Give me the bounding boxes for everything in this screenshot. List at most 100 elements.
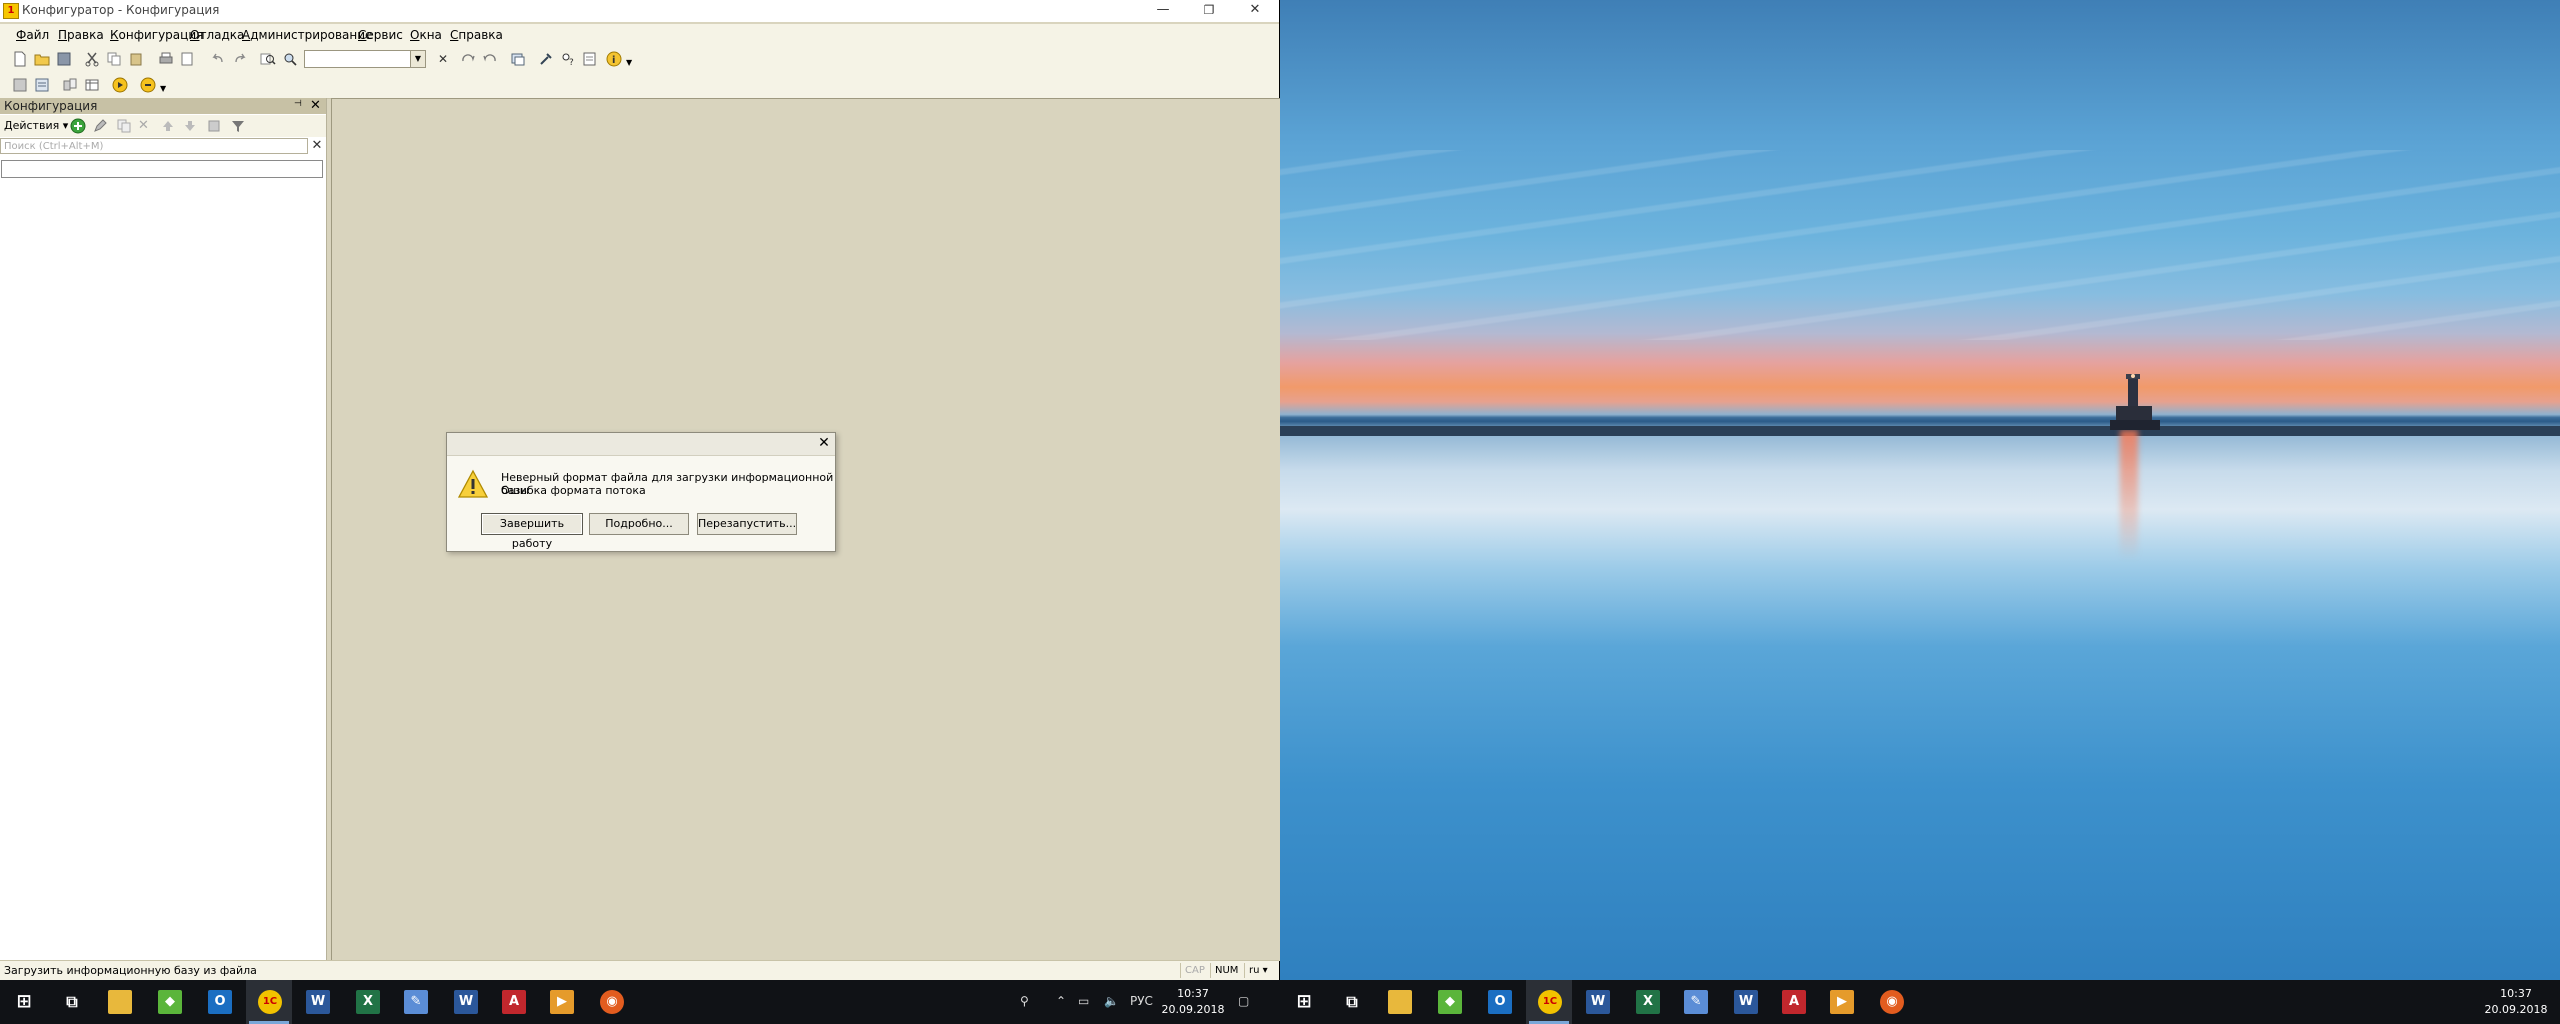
svg-text:?: ? xyxy=(569,58,574,67)
task-view-icon[interactable]: ⧉ xyxy=(1340,990,1364,1014)
language-indicator[interactable]: ru ▾ xyxy=(1244,963,1272,978)
debug-icon[interactable]: ? xyxy=(560,51,576,67)
find-icon[interactable] xyxy=(260,51,276,67)
window-list-icon[interactable] xyxy=(510,51,526,67)
config-tree-icon[interactable] xyxy=(12,77,28,93)
compare-icon[interactable] xyxy=(62,77,78,93)
move-down-icon[interactable] xyxy=(182,118,198,134)
paint-icon[interactable]: ✎ xyxy=(1684,990,1708,1014)
delete-icon[interactable]: ✕ xyxy=(138,118,154,134)
start-icon[interactable]: ⊞ xyxy=(12,990,36,1014)
panel-search-input[interactable]: Поиск (Ctrl+Alt+M) xyxy=(0,138,308,154)
properties-icon[interactable] xyxy=(206,118,222,134)
new-document-icon[interactable] xyxy=(12,51,28,67)
clock-date[interactable]: 20.09.2018 xyxy=(1160,1003,1226,1016)
tree-row[interactable] xyxy=(1,160,323,178)
undo-icon[interactable] xyxy=(210,51,226,67)
cut-icon[interactable] xyxy=(84,51,100,67)
filter-icon[interactable] xyxy=(230,118,246,134)
people-icon[interactable]: ⚲ xyxy=(1020,994,1029,1008)
menu-debug[interactable]: Отладка xyxy=(190,28,244,42)
green-app-icon[interactable]: ◆ xyxy=(158,990,182,1014)
show-hidden-icons-icon[interactable]: ⌃ xyxy=(1056,994,1066,1008)
clock-time[interactable]: 10:37 xyxy=(1160,987,1226,1000)
word-icon[interactable]: W xyxy=(1586,990,1610,1014)
acrobat-icon[interactable]: A xyxy=(1782,990,1806,1014)
outlook-icon[interactable]: O xyxy=(208,990,232,1014)
app-logo-icon: 1 xyxy=(3,3,19,19)
pin-icon[interactable]: ⊣ xyxy=(294,99,302,109)
menu-edit[interactable]: Правка xyxy=(58,28,104,42)
menu-administration[interactable]: Администрирование xyxy=(242,28,372,42)
open-folder-icon[interactable] xyxy=(34,51,50,67)
task-view-icon[interactable]: ⧉ xyxy=(60,990,84,1014)
copy-icon[interactable] xyxy=(106,51,122,67)
restore-button[interactable]: ❐ xyxy=(1186,0,1232,22)
notifications-icon[interactable]: ▢ xyxy=(1238,994,1249,1008)
info-dropdown-icon[interactable]: ▼ xyxy=(626,58,632,67)
volume-icon[interactable]: 🔈 xyxy=(1104,994,1119,1008)
firefox-icon[interactable]: ◉ xyxy=(1880,990,1904,1014)
search-icon[interactable] xyxy=(282,51,298,67)
word-icon[interactable]: W xyxy=(306,990,330,1014)
dialog-close-button[interactable]: ✕ xyxy=(817,436,831,450)
menu-service[interactable]: Сервис xyxy=(358,28,403,42)
db-config-icon[interactable] xyxy=(34,77,50,93)
menu-help[interactable]: Справка xyxy=(450,28,503,42)
syntax-helper-icon[interactable] xyxy=(582,51,598,67)
save-icon[interactable] xyxy=(56,51,72,67)
finish-work-button[interactable]: Завершить работу xyxy=(481,513,583,550)
clock-date[interactable]: 20.09.2018 xyxy=(2480,1003,2552,1016)
file-explorer-icon[interactable]: ▬ xyxy=(1388,990,1412,1014)
network-icon[interactable]: ▭ xyxy=(1078,994,1089,1008)
run-enterprise-icon[interactable] xyxy=(140,77,156,93)
paint-icon[interactable]: ✎ xyxy=(404,990,428,1014)
title-bar[interactable]: 1 Конфигуратор - Конфигурация — ❐ ✕ xyxy=(0,0,1279,22)
clock-time[interactable]: 10:37 xyxy=(2480,987,2552,1000)
print-icon[interactable] xyxy=(158,51,174,67)
actions-menu-button[interactable]: Действия ▾ xyxy=(4,119,68,132)
info-icon[interactable]: i xyxy=(606,51,622,67)
restart-button[interactable]: Перезапустить... xyxy=(697,513,797,535)
word-document-icon[interactable]: W xyxy=(1734,990,1758,1014)
move-up-icon[interactable] xyxy=(160,118,176,134)
media-player-icon[interactable]: ▶ xyxy=(1830,990,1854,1014)
firefox-icon[interactable]: ◉ xyxy=(600,990,624,1014)
edit-icon[interactable] xyxy=(92,118,108,134)
menu-windows[interactable]: Окна xyxy=(410,28,442,42)
print-preview-icon[interactable] xyxy=(180,51,196,67)
add-icon[interactable] xyxy=(70,118,86,134)
1c-icon[interactable]: 1С xyxy=(1538,990,1562,1014)
file-explorer-icon[interactable]: ▬ xyxy=(108,990,132,1014)
close-button[interactable]: ✕ xyxy=(1232,0,1278,22)
copy-item-icon[interactable] xyxy=(116,118,132,134)
table-icon[interactable] xyxy=(84,77,100,93)
paste-icon[interactable] xyxy=(128,51,144,67)
panel-header: Конфигурация ⊣ ✕ xyxy=(0,98,326,114)
media-player-icon[interactable]: ▶ xyxy=(550,990,574,1014)
excel-icon[interactable]: X xyxy=(1636,990,1660,1014)
tools-icon[interactable] xyxy=(538,51,554,67)
outlook-icon[interactable]: O xyxy=(1488,990,1512,1014)
minimize-button[interactable]: — xyxy=(1140,0,1186,22)
excel-icon[interactable]: X xyxy=(356,990,380,1014)
acrobat-icon[interactable]: A xyxy=(502,990,526,1014)
word-document-icon[interactable]: W xyxy=(454,990,478,1014)
chevron-down-icon[interactable]: ▼ xyxy=(410,51,425,67)
green-app-icon[interactable]: ◆ xyxy=(1438,990,1462,1014)
clear-search-icon[interactable]: ✕ xyxy=(438,52,454,68)
clear-icon[interactable]: ✕ xyxy=(310,139,324,153)
input-language[interactable]: РУС xyxy=(1130,994,1153,1008)
panel-close-icon[interactable]: ✕ xyxy=(310,98,321,113)
start-icon[interactable]: ⊞ xyxy=(1292,990,1316,1014)
details-button[interactable]: Подробно... xyxy=(589,513,689,535)
menu-file[interactable]: Файл xyxy=(16,28,49,42)
1c-icon[interactable]: 1С xyxy=(258,990,282,1014)
search-combo-input[interactable]: ▼ xyxy=(304,50,426,68)
find-next-icon[interactable] xyxy=(460,51,476,67)
start-debugging-icon[interactable] xyxy=(112,77,128,93)
redo-icon[interactable] xyxy=(232,51,248,67)
find-previous-icon[interactable] xyxy=(482,51,498,67)
dialog-title-bar[interactable]: ✕ xyxy=(447,433,835,456)
run-dropdown-icon[interactable]: ▼ xyxy=(160,84,166,93)
